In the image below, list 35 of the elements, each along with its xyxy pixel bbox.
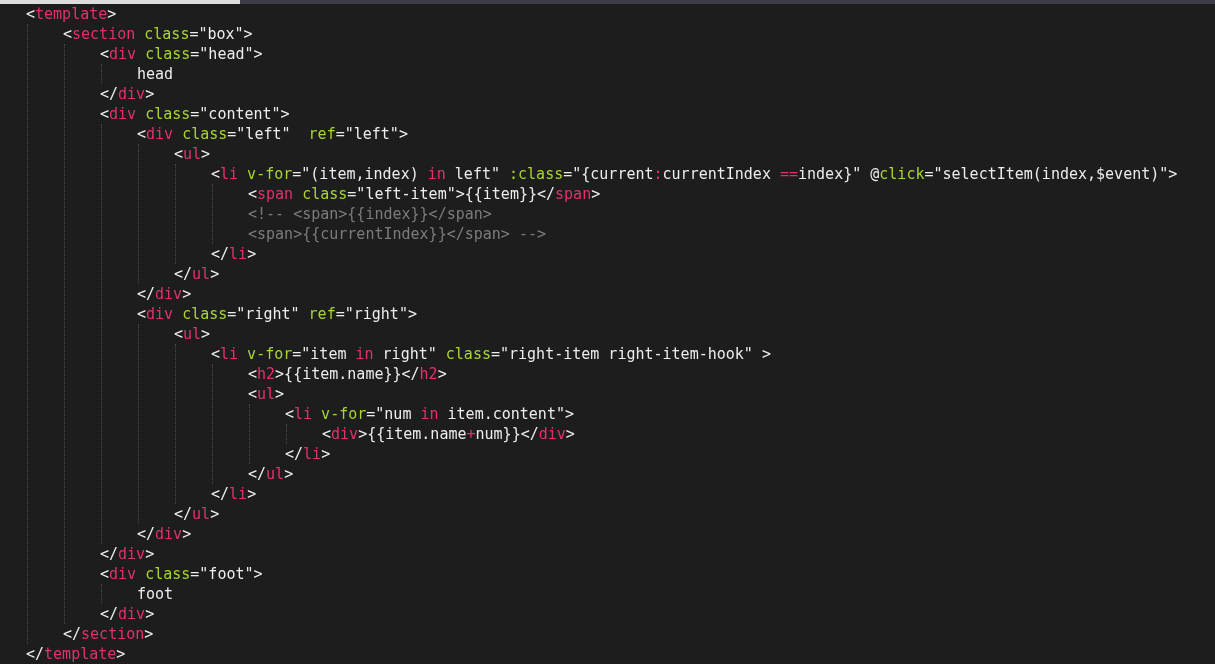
code-line: <div class="content"> (100, 104, 290, 124)
code-line: <span class="left-item">{{item}}</span> (248, 184, 601, 204)
code-line: <li v-for="(item,index) in left" :class="{current:currentIndex ==index}" @click="selectItem(index,$event)"> (211, 164, 1178, 184)
code-line: <div class="right" ref="right"> (137, 304, 417, 324)
code-line: </div> (100, 84, 155, 104)
code-line: </div> (100, 544, 155, 564)
code-line: </div> (100, 604, 155, 624)
code-line: </div> (137, 284, 192, 304)
code-line: <template> (26, 4, 117, 24)
code-line: </li> (211, 244, 257, 264)
code-line: </template> (26, 644, 126, 664)
code-line: <div class="head"> (100, 44, 263, 64)
code-line: <!-- <span>{{index}}</span> (248, 204, 492, 224)
scrollbar-thumb[interactable] (0, 0, 240, 4)
code-line: <div>{{item.name+num}}</div> (322, 424, 575, 444)
code-line: </ul> (248, 464, 294, 484)
code-line: <ul> (174, 324, 211, 344)
code-line: </li> (285, 444, 331, 464)
code-line: <h2>{{item.name}}</h2> (248, 364, 447, 384)
code-line: <ul> (248, 384, 285, 404)
code-line: head (137, 64, 174, 84)
code-line: <span>{{currentIndex}}</span> --> (248, 224, 546, 244)
code-line: </ul> (174, 504, 220, 524)
code-line: </ul> (174, 264, 220, 284)
code-line: <section class="box"> (63, 24, 253, 44)
code-line: foot (137, 584, 174, 604)
code-line: <ul> (174, 144, 211, 164)
code-line: <div class="foot"> (100, 564, 263, 584)
horizontal-scrollbar[interactable] (0, 0, 1215, 4)
code-line: </li> (211, 484, 257, 504)
code-line: </section> (63, 624, 154, 644)
code-line: </div> (137, 524, 192, 544)
code-line: <div class="left" ref="left"> (137, 124, 408, 144)
code-line: <li v-for="num in item.content"> (285, 404, 574, 424)
code-line: <li v-for="item in right" class="right-item right-item-hook" > (211, 344, 771, 364)
